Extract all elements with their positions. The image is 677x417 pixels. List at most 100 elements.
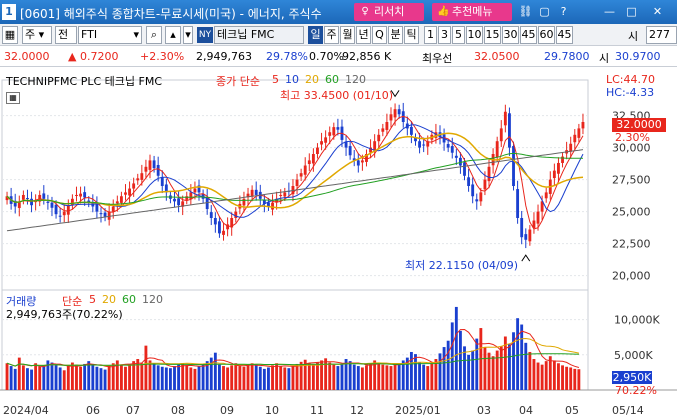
interval-button-2[interactable]: 5 [452, 26, 465, 44]
volume-bar [426, 366, 430, 390]
search-icon[interactable]: ⌕ [146, 26, 162, 44]
volume-bar [246, 365, 250, 390]
low-note: 최저 22.1150 (04/09) [405, 259, 519, 272]
low-marker-arrow [521, 254, 531, 262]
volume-bar [181, 363, 185, 390]
x-tick-label: 2025/01 [395, 404, 441, 417]
candle-body [21, 194, 25, 200]
research-button[interactable]: ♀ 리서치 [354, 3, 424, 21]
candle-body [536, 211, 540, 224]
interval-button-1[interactable]: 3 [438, 26, 451, 44]
market-select[interactable]: 주 ▾ [22, 26, 52, 44]
volume-bar [58, 367, 62, 390]
quote-change-pct: +2.30% [140, 50, 185, 63]
candle-body [324, 137, 328, 143]
candle-body [495, 141, 499, 158]
count-input[interactable]: 277 [646, 26, 677, 44]
volume-bar [295, 363, 299, 390]
volume-bar [508, 344, 511, 390]
restore-icon[interactable]: ▢ [537, 4, 552, 19]
candle-body [132, 183, 136, 189]
link-icon[interactable]: ⛓ [518, 4, 533, 19]
volume-bar [160, 366, 164, 390]
quote-low: 30.9700 [615, 50, 661, 63]
volume-bar [222, 366, 225, 390]
x-tick-label: 04 [519, 404, 533, 417]
volume-bar [5, 363, 9, 390]
candle-body [58, 215, 62, 217]
interval-button-3[interactable]: 10 [466, 26, 483, 44]
candle-body [360, 160, 364, 163]
table-icon[interactable]: ▦ [6, 92, 20, 104]
volume-bar [13, 368, 17, 390]
symbol-input[interactable]: FTI ▾ [78, 26, 142, 44]
candle-body [577, 128, 581, 138]
quote-prev-volume: 92,856 K [342, 50, 392, 63]
interval-button-5[interactable]: 30 [502, 26, 519, 44]
volume-bar [107, 365, 111, 390]
candle-body [107, 211, 111, 220]
volume-bar [356, 366, 360, 390]
candle-body [295, 179, 299, 186]
period-button-3[interactable]: 년 [356, 26, 371, 44]
volume-bar [279, 366, 283, 390]
quote-change: ▲ 0.7200 [68, 50, 119, 63]
volume-bar [283, 367, 287, 390]
interval-button-8[interactable]: 45 [556, 26, 573, 44]
recommend-menu-button[interactable]: 👍 추천메뉴 [432, 3, 512, 21]
period-button-5[interactable]: 분 [388, 26, 403, 44]
volume-bar [218, 364, 221, 390]
candle-body [328, 132, 332, 136]
candle-body [418, 141, 422, 148]
time-label: 시 [628, 30, 639, 43]
period-button-1[interactable]: 주 [324, 26, 339, 44]
vol-ma-period-0: 5 [89, 293, 96, 306]
vol-ma-period-1: 20 [102, 293, 116, 306]
low-label: 시 [599, 52, 610, 65]
volume-bar [66, 365, 70, 390]
price-volume-chart[interactable]: 32,50030,00027,50025,00022,50020,00010,0… [0, 72, 677, 417]
volume-bar [499, 346, 503, 390]
grid-icon[interactable]: ▦ [2, 26, 18, 44]
volume-bar [291, 366, 295, 390]
candle-body [512, 146, 515, 186]
help-icon[interactable]: ? [556, 4, 571, 19]
period-button-6[interactable]: 틱 [404, 26, 419, 44]
x-tick-label: 2024/04 [3, 404, 49, 417]
volume-bar [475, 338, 479, 390]
volume-bar [62, 370, 66, 390]
recommend-label: 추천메뉴 [452, 5, 493, 18]
period-button-0[interactable]: 일 [308, 26, 323, 44]
candle-body [26, 198, 29, 200]
candle-body [320, 141, 323, 145]
interval-button-4[interactable]: 15 [484, 26, 501, 44]
period-button-2[interactable]: 월 [340, 26, 355, 44]
candle-body [377, 134, 381, 142]
volume-bar [520, 324, 524, 390]
prev-select[interactable]: 전 [55, 26, 77, 44]
volume-bar [311, 364, 315, 390]
candle-body [397, 109, 401, 115]
volume-bar [557, 363, 560, 390]
candle-body [79, 193, 82, 197]
interval-button-6[interactable]: 45 [520, 26, 537, 44]
interval-button-7[interactable]: 60 [538, 26, 555, 44]
volume-tick-label: 5,000K [614, 349, 653, 362]
candle-body [103, 212, 107, 217]
volume-bar [226, 367, 230, 390]
scroll-icon[interactable]: ▴ [165, 26, 181, 44]
chart-toolbar: ▦ 주 ▾ 전 FTI ▾ ⌕ ▴ ▾ NY 테크닙 FMC 시 277 일주월… [0, 24, 677, 46]
scroll-down-icon[interactable]: ▾ [183, 26, 193, 44]
chart-panel[interactable]: 32,500 30,000 27,500 25,000 22,500 20,000 10,0… [0, 72, 677, 417]
period-button-4[interactable]: Q [372, 26, 387, 44]
maximize-icon[interactable]: □ [624, 4, 639, 19]
interval-button-0[interactable]: 1 [424, 26, 437, 44]
volume-bar [528, 351, 532, 390]
vol-ma-period-2: 60 [122, 293, 136, 306]
quote-volume-ratio: 29.78% [266, 50, 308, 63]
candle-body [128, 188, 132, 196]
volume-bar [38, 366, 42, 390]
close-icon[interactable]: ✕ [650, 4, 665, 19]
candle-body [62, 211, 66, 216]
minimize-icon[interactable]: — [602, 4, 617, 19]
